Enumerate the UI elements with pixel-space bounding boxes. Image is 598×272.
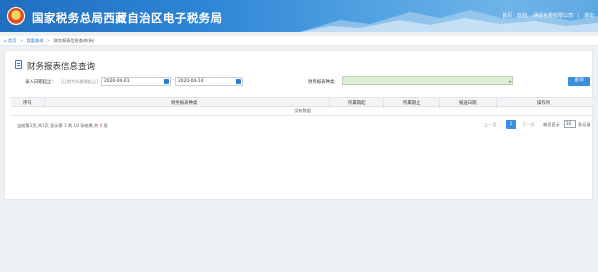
calendar-icon[interactable]	[236, 79, 241, 84]
page-size-label: 每页显示	[543, 122, 560, 127]
header-links: 首页 欢迎, 测试名称有限公司 | 退出	[499, 12, 594, 19]
chevron-down-icon: ▾	[508, 79, 511, 84]
result-count: 0	[99, 123, 103, 128]
company-name-link[interactable]: 测试名称有限公司	[533, 13, 573, 19]
next-page-button[interactable]: 下一页	[522, 122, 535, 128]
column-header-report-type: 财务报表种类	[171, 101, 198, 106]
column-header-index: 序号	[23, 101, 32, 106]
end-date-input[interactable]: 2020-04-14	[175, 77, 243, 86]
column-header-actions: 操作列	[537, 101, 551, 106]
home-icon[interactable]: ⌂	[4, 38, 7, 43]
welcome-text: 欢迎,	[516, 13, 529, 19]
page-title: 财务报表信息查询	[27, 62, 96, 72]
query-button[interactable]: 查询	[568, 77, 590, 86]
column-header-submit-date: 报送日期	[459, 101, 477, 106]
breadcrumb: ⌂ 首页 > 我要查询 > 财务报表信息查询(新)	[4, 38, 95, 44]
mountain-decoration	[300, 10, 598, 32]
logout-link[interactable]: 退出	[584, 13, 594, 19]
result-unit: 条	[103, 123, 108, 128]
column-header-period-end: 所属期止	[403, 101, 421, 106]
header-separator: |	[577, 13, 580, 19]
breadcrumb-parent[interactable]: 我要查询	[27, 38, 44, 43]
home-link[interactable]: 首页	[502, 13, 512, 19]
breadcrumb-current: 财务报表信息查询(新)	[53, 38, 95, 43]
breadcrumb-home[interactable]: 首页	[8, 38, 16, 43]
date-range-label: 录入日期起止:	[25, 80, 53, 85]
breadcrumb-separator: >	[46, 38, 51, 43]
table-header: 序号 财务报表种类 所属期起 所属期止 报送日期 操作列	[11, 97, 594, 108]
page-1-button[interactable]: 1	[506, 120, 516, 129]
page-count-text: 当前第1页,共1页	[17, 123, 49, 128]
report-type-select[interactable]: ▾	[342, 76, 513, 85]
tax-emblem-icon	[7, 7, 25, 25]
pagination-info: 当前第1页,共1页 显示第 1 到 10 条结果,共 0 条	[17, 123, 108, 129]
result-range-text: 显示第 1 到 10 条结果,共	[50, 123, 99, 128]
start-date-value: 2020-04-01	[104, 79, 130, 84]
page-size-unit: 条记录	[578, 122, 591, 127]
report-type-label: 财务报表种类:	[308, 80, 336, 85]
breadcrumb-separator: >	[19, 38, 24, 43]
report-icon	[15, 60, 22, 69]
prev-page-button[interactable]: 上一页	[484, 122, 497, 128]
table-empty-row: 没有数据	[11, 107, 594, 116]
top-header: 国家税务总局西藏自治区电子税务局 首页 欢迎, 测试名称有限公司 | 退出	[0, 0, 598, 32]
date-range-dash: -	[172, 78, 174, 83]
start-date-input[interactable]: 2020-04-01	[101, 77, 171, 86]
date-range-hint: [日期为所属期起止]	[61, 79, 98, 84]
page-size-value: 10	[566, 121, 572, 126]
main-panel: 财务报表信息查询 录入日期起止: [日期为所属期起止] 2020-04-01 -…	[4, 50, 594, 200]
breadcrumb-bar: ⌂ 首页 > 我要查询 > 财务报表信息查询(新)	[0, 36, 598, 46]
site-title: 国家税务总局西藏自治区电子税务局	[32, 11, 223, 25]
column-header-period-start: 所属期起	[348, 101, 366, 106]
end-date-value: 2020-04-14	[178, 79, 204, 84]
calendar-icon[interactable]	[164, 79, 169, 84]
page-size-select[interactable]: 10	[564, 120, 576, 128]
